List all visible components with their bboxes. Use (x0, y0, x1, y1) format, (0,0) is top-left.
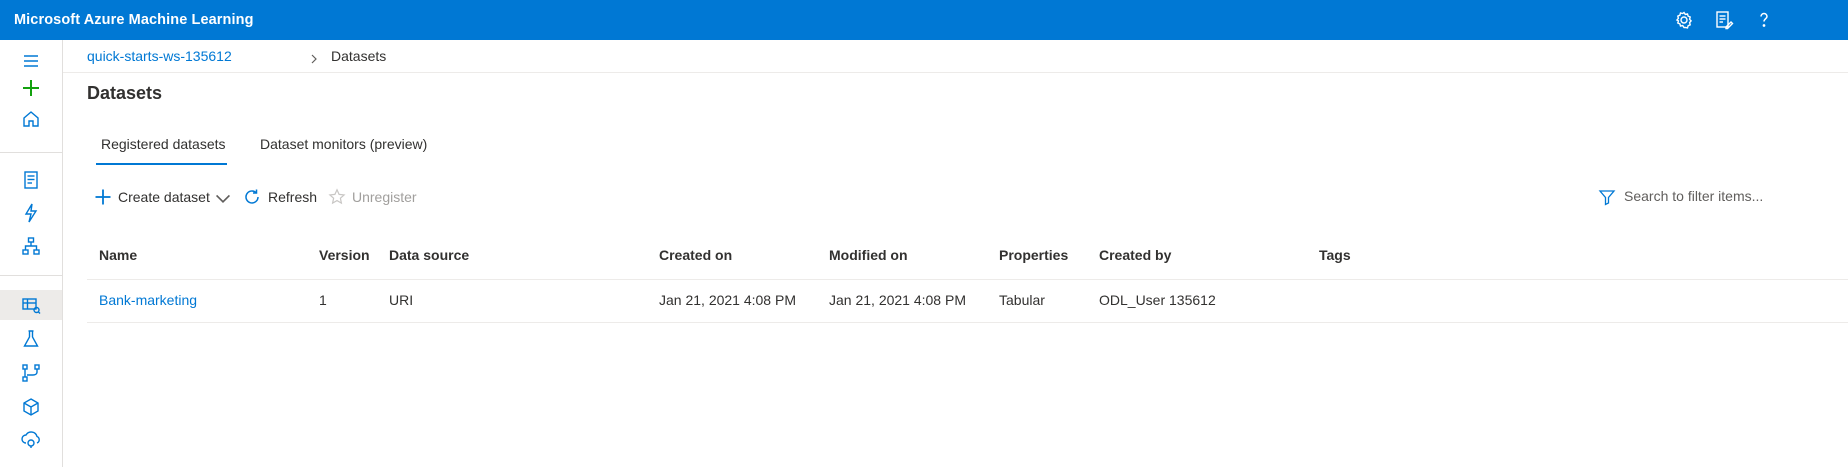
column-header-modified-on[interactable]: Modified on (829, 247, 908, 263)
column-header-properties[interactable]: Properties (999, 247, 1068, 263)
row-divider (87, 322, 1848, 323)
home-icon[interactable] (18, 106, 44, 132)
refresh-icon (245, 189, 259, 204)
app-title: Microsoft Azure Machine Learning (14, 12, 254, 28)
hamburger-menu-icon[interactable] (18, 48, 44, 74)
create-dataset-button[interactable]: Create dataset (94, 186, 234, 210)
help-icon[interactable] (1752, 8, 1776, 32)
star-icon (328, 188, 346, 205)
endpoints-icon[interactable] (18, 426, 44, 452)
dataset-created-by: ODL_User 135612 (1099, 292, 1216, 308)
automl-icon[interactable] (18, 200, 44, 226)
nav-divider (0, 275, 62, 276)
column-header-tags[interactable]: Tags (1319, 247, 1351, 263)
header-divider (87, 279, 1848, 280)
top-bar: Microsoft Azure Machine Learning (0, 0, 1848, 40)
create-dataset-label: Create dataset (118, 189, 210, 205)
models-icon[interactable] (18, 394, 44, 420)
search-filter-input[interactable]: Search to filter items... (1598, 186, 1778, 210)
dataset-name-link[interactable]: Bank-marketing (99, 292, 197, 308)
notebook-icon[interactable] (18, 167, 44, 193)
column-header-data-source[interactable]: Data source (389, 247, 469, 263)
chevron-down-icon[interactable] (214, 189, 231, 204)
column-header-created-by[interactable]: Created by (1099, 247, 1171, 263)
tab-registered-datasets[interactable]: Registered datasets (101, 136, 226, 152)
gear-icon[interactable] (1672, 8, 1696, 32)
dataset-version: 1 (319, 292, 327, 308)
feedback-icon[interactable] (1712, 8, 1736, 32)
experiments-icon[interactable] (18, 326, 44, 352)
column-header-version[interactable]: Version (319, 247, 370, 263)
dataset-modified-on: Jan 21, 2021 4:08 PM (829, 292, 966, 308)
breadcrumb-workspace-link[interactable]: quick-starts-ws-135612 (87, 48, 232, 64)
filter-icon (1598, 190, 1616, 206)
active-tab-indicator (96, 163, 227, 165)
column-header-created-on[interactable]: Created on (659, 247, 732, 263)
column-header-name[interactable]: Name (99, 247, 137, 263)
page-title: Datasets (87, 83, 163, 103)
search-placeholder: Search to filter items... (1624, 188, 1764, 204)
breadcrumb: quick-starts-ws-135612 Datasets (63, 40, 1848, 73)
breadcrumb-current: Datasets (331, 48, 387, 64)
chevron-right-icon (309, 51, 319, 64)
plus-icon[interactable] (18, 75, 44, 101)
unregister-label: Unregister (352, 189, 417, 205)
unregister-button[interactable]: Unregister (328, 186, 423, 210)
nav-divider (0, 152, 62, 153)
dataset-properties: Tabular (999, 292, 1045, 308)
refresh-label: Refresh (268, 189, 318, 205)
refresh-button[interactable]: Refresh (243, 186, 318, 210)
datasets-icon[interactable] (18, 292, 44, 318)
left-nav (0, 40, 63, 467)
dataset-created-on: Jan 21, 2021 4:08 PM (659, 292, 796, 308)
plus-icon (95, 189, 111, 205)
designer-icon[interactable] (18, 233, 44, 259)
pipelines-icon[interactable] (18, 360, 44, 386)
tab-dataset-monitors[interactable]: Dataset monitors (preview) (260, 136, 427, 152)
dataset-data-source: URI (389, 292, 414, 308)
